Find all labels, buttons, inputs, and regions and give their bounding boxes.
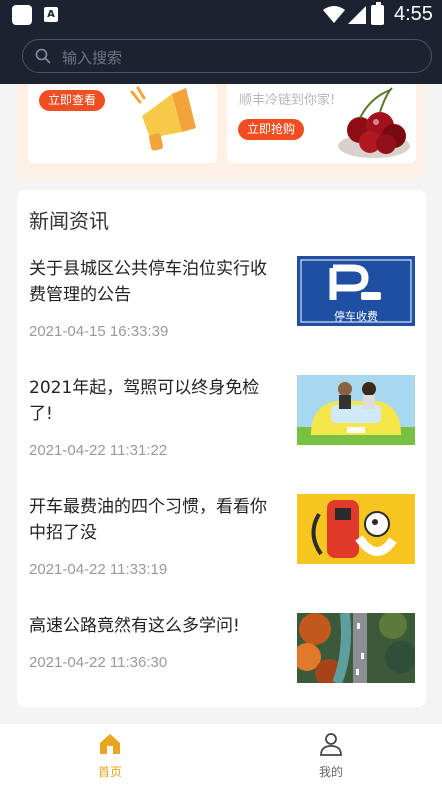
- banner-subtitle: 顺丰冷链到你家!: [239, 93, 336, 108]
- news-item[interactable]: 开车最费油的四个习惯，看看你中招了没 2021-04-22 11:33:19: [29, 494, 415, 584]
- banner-card-promo[interactable]: 立即查看: [28, 84, 217, 163]
- view-now-button[interactable]: 立即查看: [39, 90, 106, 111]
- buy-now-button[interactable]: 立即抢购: [238, 119, 305, 140]
- banner-section: 立即查看 顺丰冷链到你家! 立即抢购: [17, 84, 426, 179]
- news-item[interactable]: 关于县城区公共停车泊位实行收费管理的公告 2021-04-15 16:33:39…: [29, 256, 415, 346]
- news-thumbnail: [297, 494, 415, 564]
- status-bar: A 4:55: [0, 0, 442, 30]
- news-heading: 新闻资讯: [29, 209, 109, 233]
- news-date: 2021-04-22 11:36:30: [29, 654, 168, 671]
- news-thumbnail: [297, 375, 415, 445]
- news-title: 2021年起，驾照可以终身免检了!: [29, 378, 260, 424]
- news-date: 2021-04-22 11:31:22: [29, 442, 168, 459]
- notification-icon: [12, 5, 32, 25]
- user-icon: [320, 733, 342, 756]
- news-title: 关于县城区公共停车泊位实行收费管理的公告: [29, 259, 267, 305]
- banner-card-cherry[interactable]: 顺丰冷链到你家! 立即抢购: [227, 84, 416, 163]
- tab-home[interactable]: 首页: [80, 732, 140, 780]
- cherry-image: [338, 87, 410, 158]
- thumbnail-caption: 停车收费: [334, 309, 378, 323]
- tab-home-label: 首页: [97, 765, 122, 779]
- search-placeholder: 输入搜索: [62, 49, 123, 67]
- signal-icon: [348, 6, 366, 24]
- battery-icon: [371, 2, 384, 25]
- search-icon: [35, 48, 51, 64]
- tab-bar: 首页 我的: [0, 724, 442, 786]
- top-bar: A 4:55 输入搜索: [0, 0, 442, 84]
- megaphone-icon: [130, 86, 196, 151]
- app-notification-icon: A: [44, 7, 58, 22]
- news-title: 高速公路竟然有这么多学问!: [29, 616, 240, 636]
- news-thumbnail: 停车收费: [297, 256, 415, 326]
- news-item[interactable]: 高速公路竟然有这么多学问! 2021-04-22 11:36:30: [29, 613, 415, 688]
- news-thumbnail: [297, 613, 415, 683]
- home-icon: [100, 734, 120, 754]
- news-title: 开车最费油的四个习惯，看看你中招了没: [29, 497, 267, 543]
- news-date: 2021-04-22 11:33:19: [29, 561, 168, 578]
- status-time: 4:55: [394, 3, 433, 25]
- tab-mine[interactable]: 我的: [301, 732, 361, 780]
- news-item[interactable]: 2021年起，驾照可以终身免检了! 2021-04-22 11:31:22: [29, 375, 415, 465]
- search-input[interactable]: 输入搜索: [22, 39, 432, 73]
- wifi-icon: [323, 6, 345, 23]
- news-date: 2021-04-15 16:33:39: [29, 323, 169, 340]
- tab-mine-label: 我的: [318, 765, 343, 779]
- news-section: 新闻资讯 关于县城区公共停车泊位实行收费管理的公告 2021-04-15 16:…: [17, 190, 426, 707]
